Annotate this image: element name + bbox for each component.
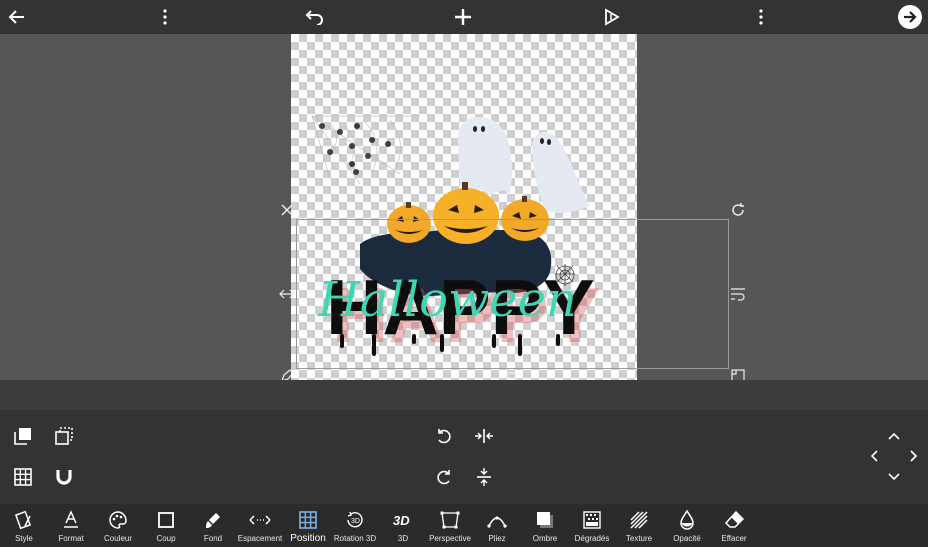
tool-label: Pliez [488, 534, 506, 543]
grid-snap-icon[interactable] [9, 463, 37, 491]
brush-icon [200, 508, 226, 532]
play-preview-icon[interactable] [598, 3, 626, 31]
add-icon[interactable] [449, 3, 477, 31]
magnet-icon[interactable] [50, 463, 78, 491]
tool-ombre[interactable]: Ombre [525, 504, 565, 547]
copy-handle-icon[interactable] [502, 366, 522, 380]
tool-label: Rotation 3D [333, 534, 377, 543]
tool-label: Couleur [103, 534, 132, 543]
more-menu-right-icon[interactable] [747, 3, 775, 31]
tool-fond[interactable]: Fond [193, 504, 233, 547]
format-icon [58, 508, 84, 532]
tool-espacement[interactable]: Espacement [236, 504, 284, 547]
tool-label: Format [58, 534, 84, 543]
tool-label: 3D [397, 534, 409, 543]
tool-label: Coup [156, 534, 176, 543]
bottom-toolbar: Style Format Couleur Coup Fond Espacemen… [0, 504, 928, 547]
rotate-left-icon[interactable] [430, 422, 458, 450]
wrap-handle-icon[interactable] [728, 284, 748, 304]
spacing-icon [247, 508, 273, 532]
flip-vertical-icon[interactable] [470, 463, 498, 491]
tool-format[interactable]: Format [51, 504, 91, 547]
3d-icon: 3D [390, 508, 416, 532]
more-menu-left-icon[interactable] [151, 3, 179, 31]
svg-text:3D: 3D [351, 518, 360, 525]
tool-label: Dégradés [574, 534, 610, 543]
tool-pliez[interactable]: Pliez [477, 504, 517, 547]
resize-handle-icon[interactable] [728, 366, 748, 380]
rotation-3d-icon: 3D [342, 508, 368, 532]
tool-rotation-3d[interactable]: 3D Rotation 3D [333, 504, 377, 547]
tool-3d[interactable]: 3D 3D [383, 504, 423, 547]
tool-coup[interactable]: Coup [146, 504, 186, 547]
texture-icon [626, 508, 652, 532]
next-arrow-icon[interactable] [896, 3, 924, 31]
tool-degrades[interactable]: Dégradés [572, 504, 612, 547]
tool-position[interactable]: Position [286, 504, 330, 547]
opacity-icon [674, 508, 700, 532]
edit-handle-icon[interactable] [277, 366, 297, 380]
tool-label: Effacer [721, 534, 747, 543]
rotate-right-icon[interactable] [430, 463, 458, 491]
back-arrow-icon[interactable] [3, 3, 31, 31]
tool-label: Fond [203, 534, 223, 543]
shadow-icon [532, 508, 558, 532]
spider-web-graphic [311, 115, 420, 185]
undo-icon[interactable] [300, 3, 328, 31]
tool-perspective[interactable]: Perspective [428, 504, 472, 547]
tool-label: Ombre [532, 534, 558, 543]
tool-texture[interactable]: Texture [619, 504, 659, 547]
send-backward-icon[interactable] [50, 422, 78, 450]
rotate-handle-icon[interactable] [728, 200, 748, 220]
delete-handle-icon[interactable] [277, 200, 297, 220]
position-panel [0, 410, 928, 504]
stretch-handle-icon[interactable] [277, 284, 297, 304]
nudge-down-icon[interactable] [880, 463, 908, 491]
tool-couleur[interactable]: Couleur [98, 504, 138, 547]
stroke-square-icon [153, 508, 179, 532]
flip-horizontal-icon[interactable] [470, 422, 498, 450]
perspective-icon [437, 508, 463, 532]
tool-label: Perspective [429, 534, 471, 543]
grid-icon [295, 508, 321, 532]
tool-style[interactable]: Style [4, 504, 44, 547]
app-window: HAPPY HAPPY Halloween Style Format Coule… [0, 0, 928, 547]
tool-effacer[interactable]: Effacer [714, 504, 754, 547]
style-icon [11, 508, 37, 532]
eraser-icon [721, 508, 747, 532]
tool-opacite[interactable]: Opacité [667, 504, 707, 547]
tool-label: Espacement [237, 534, 283, 543]
selection-box[interactable] [296, 219, 729, 369]
tool-label: Texture [625, 534, 653, 543]
top-bar [0, 0, 928, 34]
bend-icon [484, 508, 510, 532]
palette-icon [105, 508, 131, 532]
svg-text:3D: 3D [393, 513, 410, 528]
workspace: HAPPY HAPPY Halloween [0, 34, 928, 380]
tool-label: Position [290, 533, 326, 544]
bring-forward-icon[interactable] [9, 422, 37, 450]
gradient-icon [579, 508, 605, 532]
tool-label: Style [15, 534, 33, 543]
tool-label: Opacité [673, 534, 701, 543]
panel-divider [0, 380, 928, 410]
